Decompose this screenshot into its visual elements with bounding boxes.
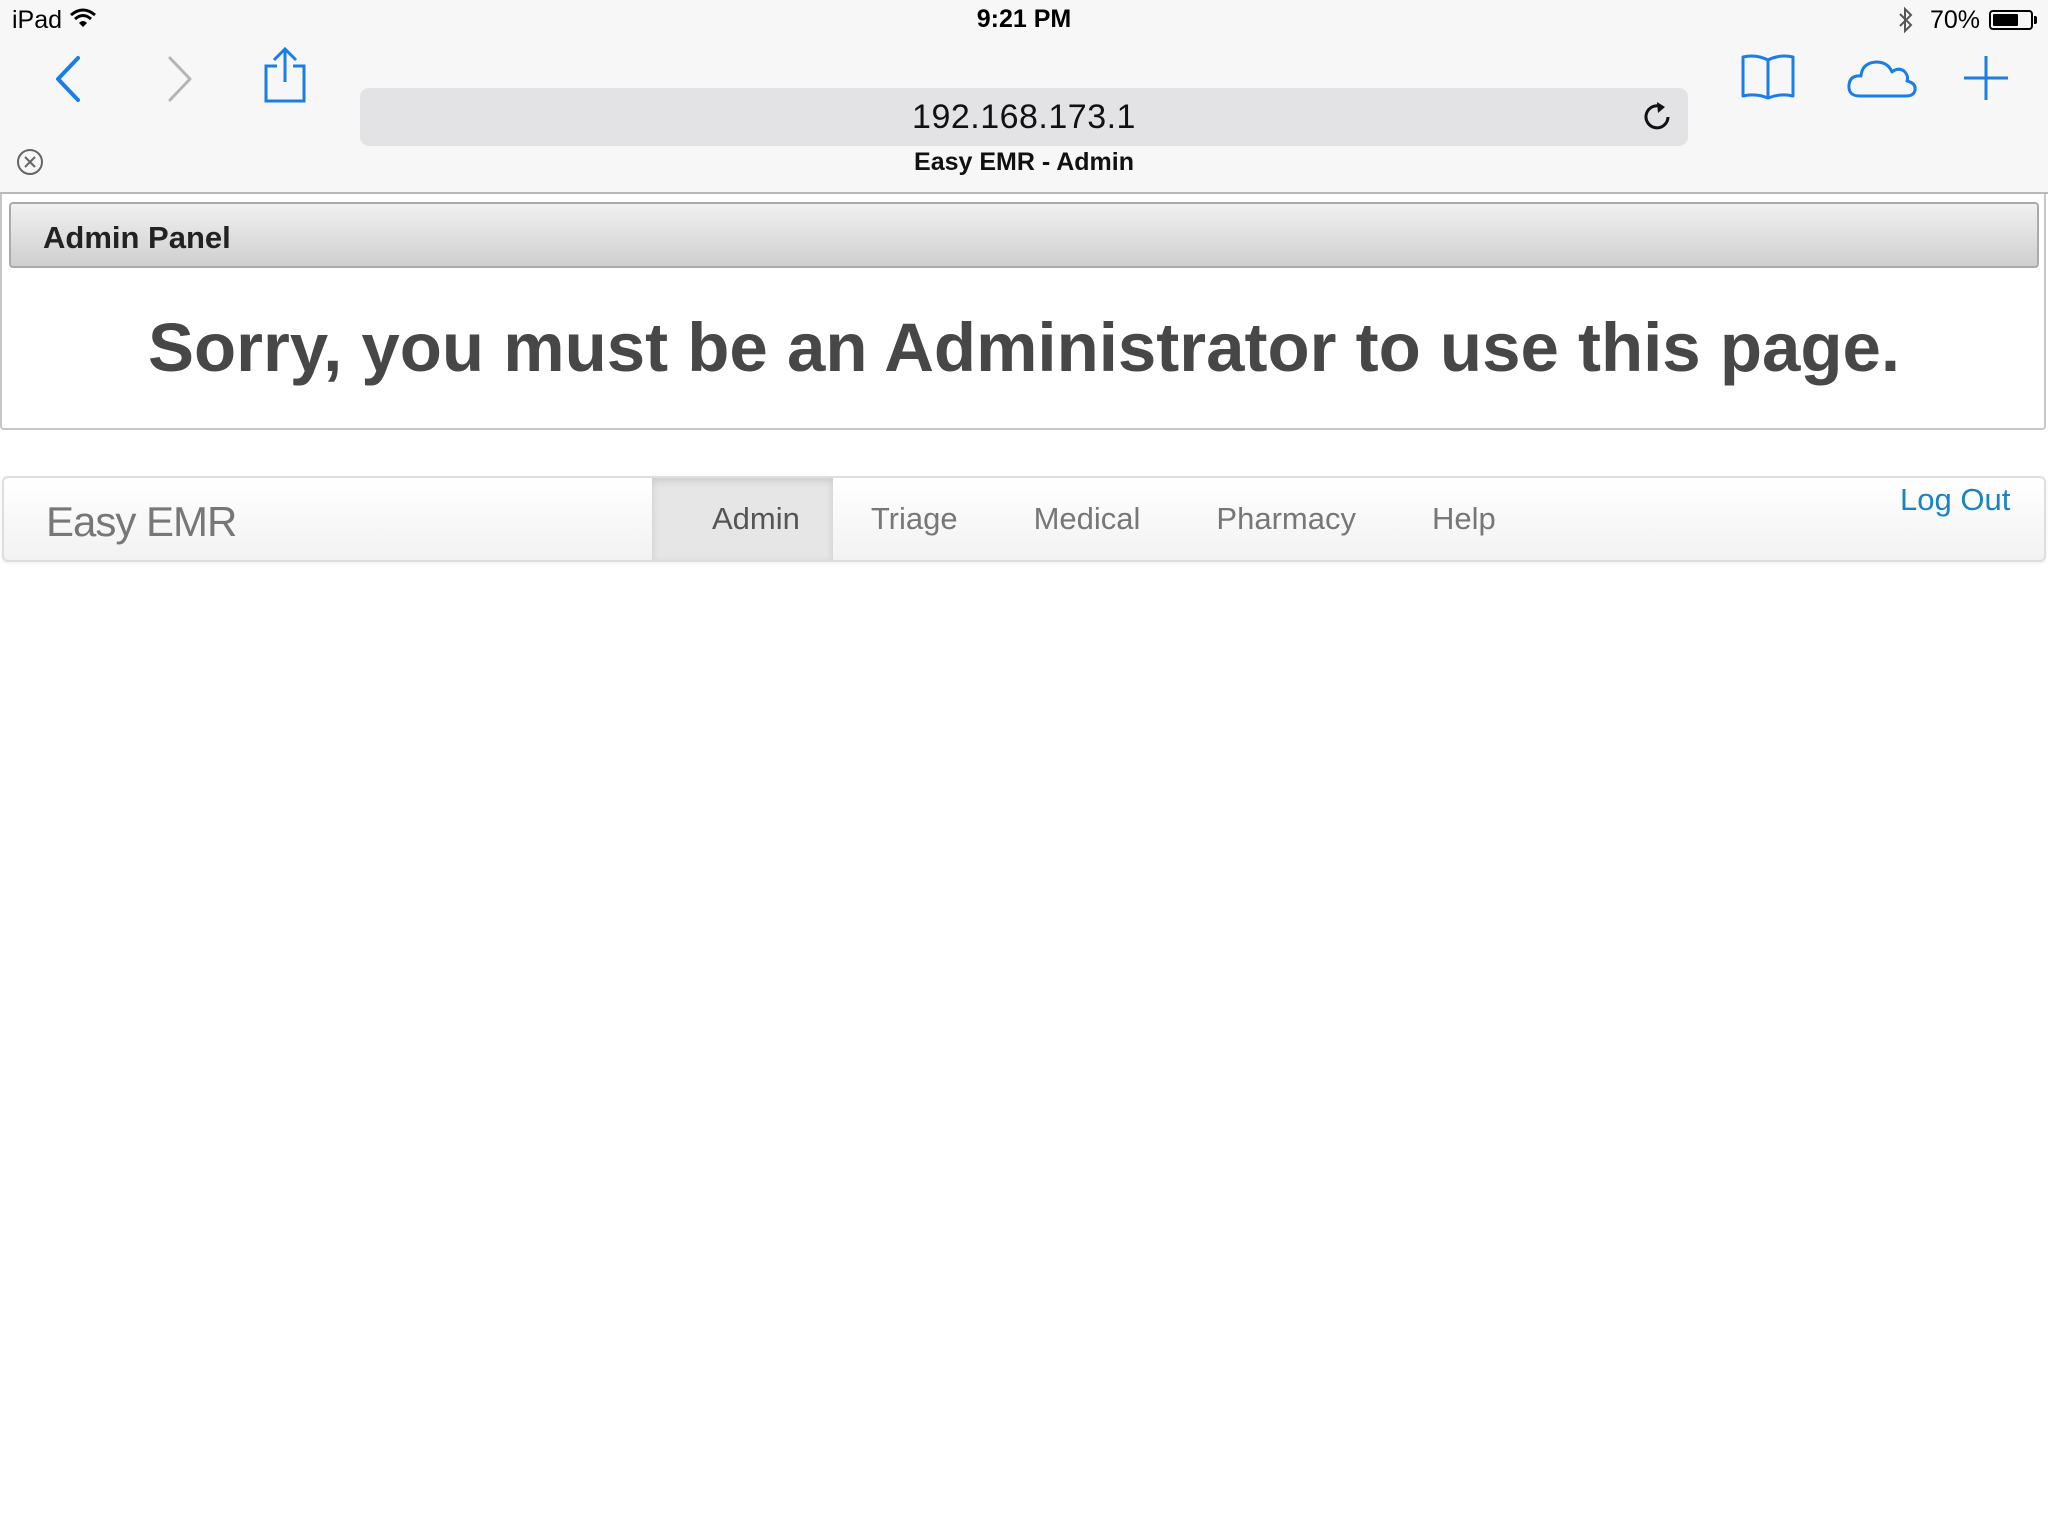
battery-icon: [1989, 10, 2033, 30]
battery-level: [1993, 14, 2018, 26]
nav-menu: Admin Triage Medical Pharmacy Help: [652, 478, 1534, 560]
bluetooth-icon: [1899, 6, 1913, 34]
logout-link[interactable]: Log Out: [1900, 482, 2010, 518]
navbar: Easy EMR Admin Triage Medical Pharmacy H…: [2, 476, 2046, 562]
bookmarks-icon[interactable]: [1740, 52, 1796, 102]
clock: 9:21 PM: [976, 5, 1072, 33]
tab-title[interactable]: Easy EMR - Admin: [0, 148, 2048, 177]
nav-item-triage[interactable]: Triage: [833, 478, 996, 560]
access-denied-message: Sorry, you must be an Administrator to u…: [147, 309, 1901, 386]
status-bar: iPad 9:21 PM 70%: [0, 0, 2048, 40]
nav-item-help[interactable]: Help: [1394, 478, 1534, 560]
forward-icon[interactable]: [162, 54, 196, 104]
share-icon[interactable]: [262, 46, 308, 104]
battery-nub: [2034, 16, 2037, 24]
brand[interactable]: Easy EMR: [46, 498, 237, 546]
new-tab-icon[interactable]: [1962, 54, 2010, 102]
url-text: 192.168.173.1: [912, 98, 1136, 136]
back-icon[interactable]: [52, 54, 86, 104]
panel-title: Admin Panel: [43, 220, 231, 255]
address-bar[interactable]: 192.168.173.1: [360, 88, 1688, 146]
panel-header: Admin Panel: [9, 202, 2039, 268]
browser-toolbar: 192.168.173.1: [0, 40, 2048, 146]
nav-item-admin[interactable]: Admin: [652, 478, 833, 560]
nav-item-pharmacy[interactable]: Pharmacy: [1178, 478, 1394, 560]
icloud-tabs-icon[interactable]: [1846, 54, 1918, 100]
reload-icon[interactable]: [1640, 100, 1674, 134]
nav-item-medical[interactable]: Medical: [996, 478, 1179, 560]
battery-percent: 70%: [1930, 6, 1981, 34]
